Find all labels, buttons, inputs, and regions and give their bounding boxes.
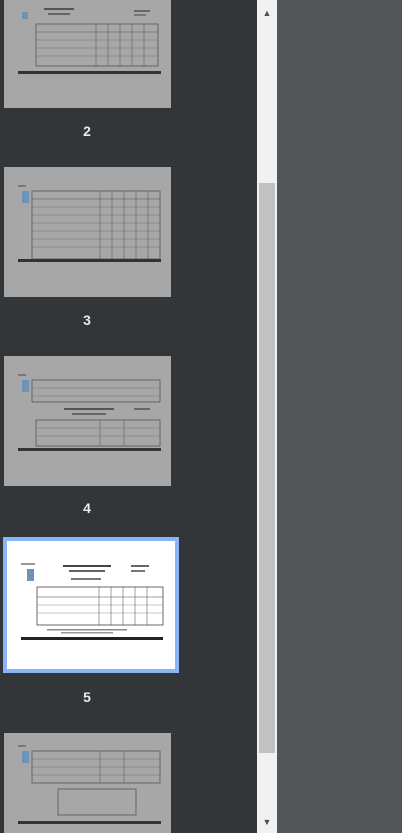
page-thumbnail-5[interactable] — [3, 537, 179, 673]
page-number-2: 2 — [83, 123, 91, 139]
page-thumbnail-4[interactable] — [4, 356, 171, 486]
page-preview — [18, 374, 161, 451]
page-preview — [21, 563, 164, 640]
page-number-5: 5 — [83, 689, 91, 705]
page-preview — [18, 745, 161, 824]
page-preview — [18, 185, 161, 262]
page-thumbnail-2[interactable] — [4, 0, 171, 108]
document-viewer-area — [277, 0, 402, 833]
thumbnail-sidebar[interactable]: 2 3 4 5 — [0, 0, 257, 833]
scroll-up-icon[interactable]: ▲ — [257, 4, 277, 22]
page-preview — [18, 8, 161, 74]
page-number-3: 3 — [83, 312, 91, 328]
scroll-down-icon[interactable]: ▼ — [257, 813, 277, 831]
scroll-thumb[interactable] — [259, 183, 275, 753]
page-number-4: 4 — [83, 500, 91, 516]
page-thumbnail-6[interactable] — [4, 733, 171, 833]
page-thumbnail-3[interactable] — [4, 167, 171, 297]
sidebar-scrollbar[interactable]: ▲ ▼ — [257, 0, 277, 833]
